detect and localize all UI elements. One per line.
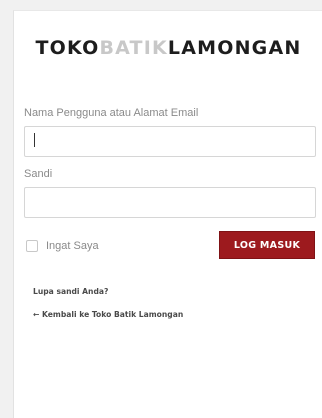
password-label: Sandi: [24, 168, 53, 180]
text-cursor: [34, 133, 35, 147]
login-card: TOKOBATIKLAMONGAN Nama Pengguna atau Ala…: [13, 10, 322, 418]
logo-part-batik: BATIK: [99, 37, 168, 59]
login-button[interactable]: LOG MASUK: [219, 231, 315, 259]
username-input[interactable]: [24, 126, 316, 157]
remember-me[interactable]: Ingat Saya: [26, 240, 99, 252]
remember-label: Ingat Saya: [46, 240, 99, 252]
logo-part-lamongan: LAMONGAN: [167, 37, 302, 59]
logo-part-toko: TOKO: [35, 37, 100, 59]
lost-password-link[interactable]: Lupa sandi Anda?: [33, 287, 108, 296]
site-logo[interactable]: TOKOBATIKLAMONGAN: [14, 37, 322, 59]
username-label: Nama Pengguna atau Alamat Email: [24, 107, 199, 119]
back-to-site-link[interactable]: ← Kembali ke Toko Batik Lamongan: [33, 310, 183, 319]
remember-checkbox[interactable]: [26, 240, 38, 252]
password-input[interactable]: [24, 187, 316, 218]
